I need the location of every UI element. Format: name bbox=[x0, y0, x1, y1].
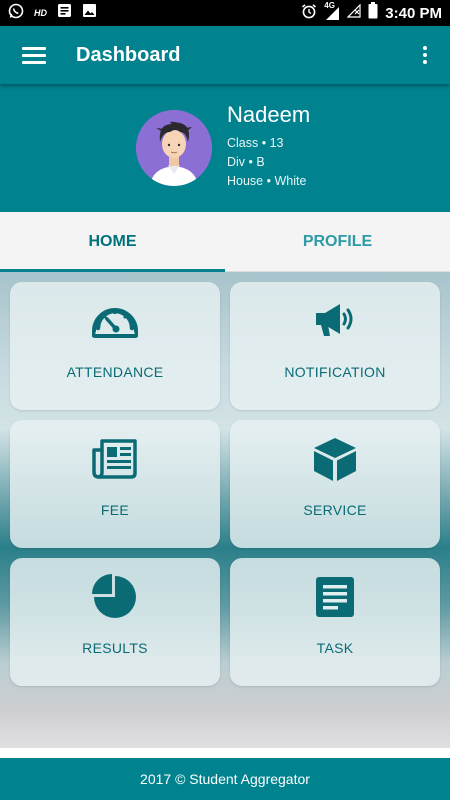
hamburger-icon[interactable] bbox=[22, 46, 46, 64]
dashboard-grid: ATTENDANCE NOTIFICATION FEE SERVICE RESU… bbox=[0, 272, 450, 748]
tab-bar: HOME PROFILE bbox=[0, 212, 450, 272]
cube-icon bbox=[314, 438, 356, 481]
attendance-tile[interactable]: ATTENDANCE bbox=[10, 282, 220, 410]
student-class: Class • 13 bbox=[227, 136, 284, 150]
alarm-icon bbox=[301, 3, 317, 24]
attendance-label: ATTENDANCE bbox=[66, 364, 164, 380]
task-tile[interactable]: TASK bbox=[230, 558, 440, 686]
message-icon bbox=[57, 3, 72, 23]
no-sim-icon bbox=[346, 3, 361, 23]
profile-info: Nadeem Class • 13 Div • B House • White bbox=[227, 102, 310, 193]
notification-label: NOTIFICATION bbox=[284, 364, 386, 380]
fee-label: FEE bbox=[100, 502, 130, 518]
footer: 2017 © Student Aggregator bbox=[0, 758, 450, 800]
hd-icon: HD bbox=[34, 8, 47, 18]
status-time: 3:40 PM bbox=[385, 4, 442, 22]
task-label: TASK bbox=[316, 640, 354, 656]
signal-icon: 4G bbox=[324, 1, 340, 21]
footer-text: 2017 © Student Aggregator bbox=[140, 771, 310, 787]
status-bar: HD 4G 3:40 PM bbox=[0, 0, 450, 26]
notification-tile[interactable]: NOTIFICATION bbox=[230, 282, 440, 410]
results-label: RESULTS bbox=[82, 640, 148, 656]
service-label: SERVICE bbox=[303, 502, 367, 518]
app-bar: Dashboard bbox=[0, 26, 450, 84]
results-tile[interactable]: RESULTS bbox=[10, 558, 220, 686]
profile-header: Nadeem Class • 13 Div • B House • White bbox=[0, 84, 450, 212]
more-vert-icon[interactable] bbox=[418, 46, 432, 64]
tab-profile[interactable]: PROFILE bbox=[225, 212, 450, 271]
fee-tile[interactable]: FEE bbox=[10, 420, 220, 548]
whatsapp-icon bbox=[8, 3, 24, 24]
page-title: Dashboard bbox=[76, 43, 181, 66]
newspaper-icon bbox=[92, 439, 137, 479]
document-icon bbox=[316, 577, 354, 617]
student-name: Nadeem bbox=[227, 102, 311, 127]
tab-home[interactable]: HOME bbox=[0, 212, 225, 272]
avatar[interactable] bbox=[136, 110, 212, 186]
speedometer-icon bbox=[92, 308, 138, 338]
student-division: Div • B bbox=[227, 155, 265, 169]
footer-divider bbox=[0, 748, 450, 758]
network-type-label: 4G bbox=[324, 0, 335, 10]
service-tile[interactable]: SERVICE bbox=[230, 420, 440, 548]
megaphone-icon bbox=[316, 304, 353, 336]
pie-chart-icon bbox=[92, 574, 136, 618]
image-icon bbox=[82, 3, 97, 23]
student-house: House • White bbox=[227, 174, 307, 188]
person-avatar-icon bbox=[136, 110, 212, 186]
battery-icon bbox=[368, 2, 378, 24]
